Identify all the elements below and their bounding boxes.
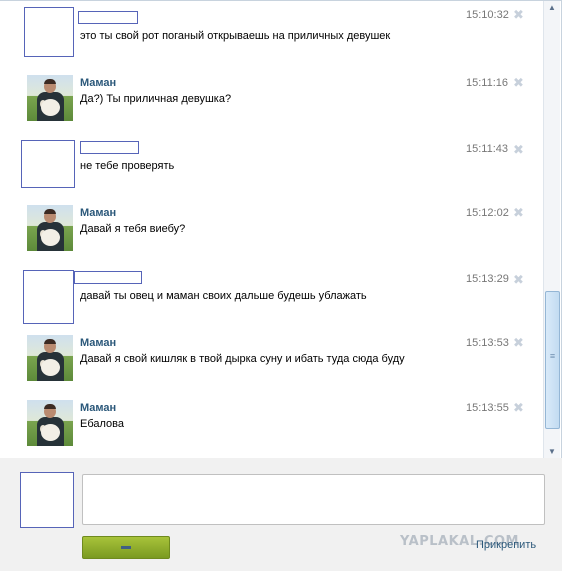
avatar[interactable] <box>24 75 74 125</box>
sender-name-redacted[interactable] <box>78 11 138 24</box>
message-text: Давай я тебя виебу? <box>80 223 186 235</box>
scrollbar-thumb[interactable]: ≡ <box>545 291 560 429</box>
avatar[interactable] <box>24 7 74 57</box>
close-icon[interactable]: ✖ <box>513 7 524 23</box>
message-input[interactable] <box>82 474 545 525</box>
sender-name[interactable]: Маман <box>80 77 116 89</box>
message-item: Маман 15:11:16 ✖ Да?) Ты приличная девуш… <box>0 69 540 129</box>
close-icon[interactable]: ✖ <box>513 335 524 351</box>
message-item: Маман 15:13:55 ✖ Ебалова <box>0 394 540 454</box>
message-time: 15:13:53 <box>466 337 509 349</box>
message-text: Да?) Ты приличная девушка? <box>80 93 232 105</box>
user-photo <box>27 400 73 446</box>
sender-name-redacted[interactable] <box>74 271 142 284</box>
avatar-placeholder <box>21 140 75 188</box>
user-photo <box>27 335 73 381</box>
avatar[interactable] <box>24 335 74 385</box>
message-text: Давай я свой кишляк в твой дырка суну и … <box>80 353 405 365</box>
message-time: 15:12:02 <box>466 207 509 219</box>
avatar[interactable] <box>24 205 74 255</box>
user-photo <box>27 75 73 121</box>
avatar-placeholder <box>23 270 74 324</box>
send-button-label-redacted <box>121 545 131 549</box>
avatar-placeholder <box>24 7 74 57</box>
message-text: не тебе проверять <box>80 160 175 172</box>
avatar[interactable] <box>21 140 75 190</box>
message-time: 15:13:29 <box>466 273 509 285</box>
compose-panel: YAPLAKAL.COM Прикрепить <box>0 458 562 571</box>
message-text: давай ты овец и маман своих дальше будеш… <box>80 290 367 302</box>
user-photo <box>27 205 73 251</box>
close-icon[interactable]: ✖ <box>513 142 524 158</box>
close-icon[interactable]: ✖ <box>513 400 524 416</box>
chat-scrollbar[interactable]: ▲ ≡ ▼ <box>543 1 560 458</box>
message-item: Маман 15:13:53 ✖ Давай я свой кишляк в т… <box>0 329 540 389</box>
avatar[interactable] <box>24 400 74 450</box>
message-text: это ты свой рот поганый открываешь на пр… <box>80 30 391 42</box>
send-button[interactable] <box>82 536 170 559</box>
close-icon[interactable]: ✖ <box>513 205 524 221</box>
message-item: 15:10:32 ✖ это ты свой рот поганый откры… <box>0 1 540 61</box>
message-item: 15:11:43 ✖ не тебе проверять <box>0 134 540 194</box>
message-time: 15:13:55 <box>466 402 509 414</box>
sender-name[interactable]: Маман <box>80 207 116 219</box>
arrow-up-icon[interactable]: ▲ <box>544 1 560 15</box>
grip-icon: ≡ <box>549 351 556 361</box>
close-icon[interactable]: ✖ <box>513 75 524 91</box>
message-item: 15:13:29 ✖ давай ты овец и маман своих д… <box>0 264 540 324</box>
arrow-down-icon[interactable]: ▼ <box>544 445 560 458</box>
avatar[interactable] <box>23 270 74 324</box>
message-time: 15:11:43 <box>466 143 509 155</box>
message-item: Маман 15:12:02 ✖ Давай я тебя виебу? <box>0 199 540 259</box>
message-time: 15:11:16 <box>466 77 509 89</box>
attach-link[interactable]: Прикрепить <box>476 539 536 551</box>
message-text: Ебалова <box>80 418 124 430</box>
sender-name[interactable]: Маман <box>80 402 116 414</box>
my-avatar-placeholder <box>20 472 74 528</box>
sender-name[interactable]: Маман <box>80 337 116 349</box>
sender-name-redacted[interactable] <box>80 141 139 154</box>
close-icon[interactable]: ✖ <box>513 272 524 288</box>
chat-history: 15:10:32 ✖ это ты свой рот поганый откры… <box>0 0 562 458</box>
message-time: 15:10:32 <box>466 9 509 21</box>
